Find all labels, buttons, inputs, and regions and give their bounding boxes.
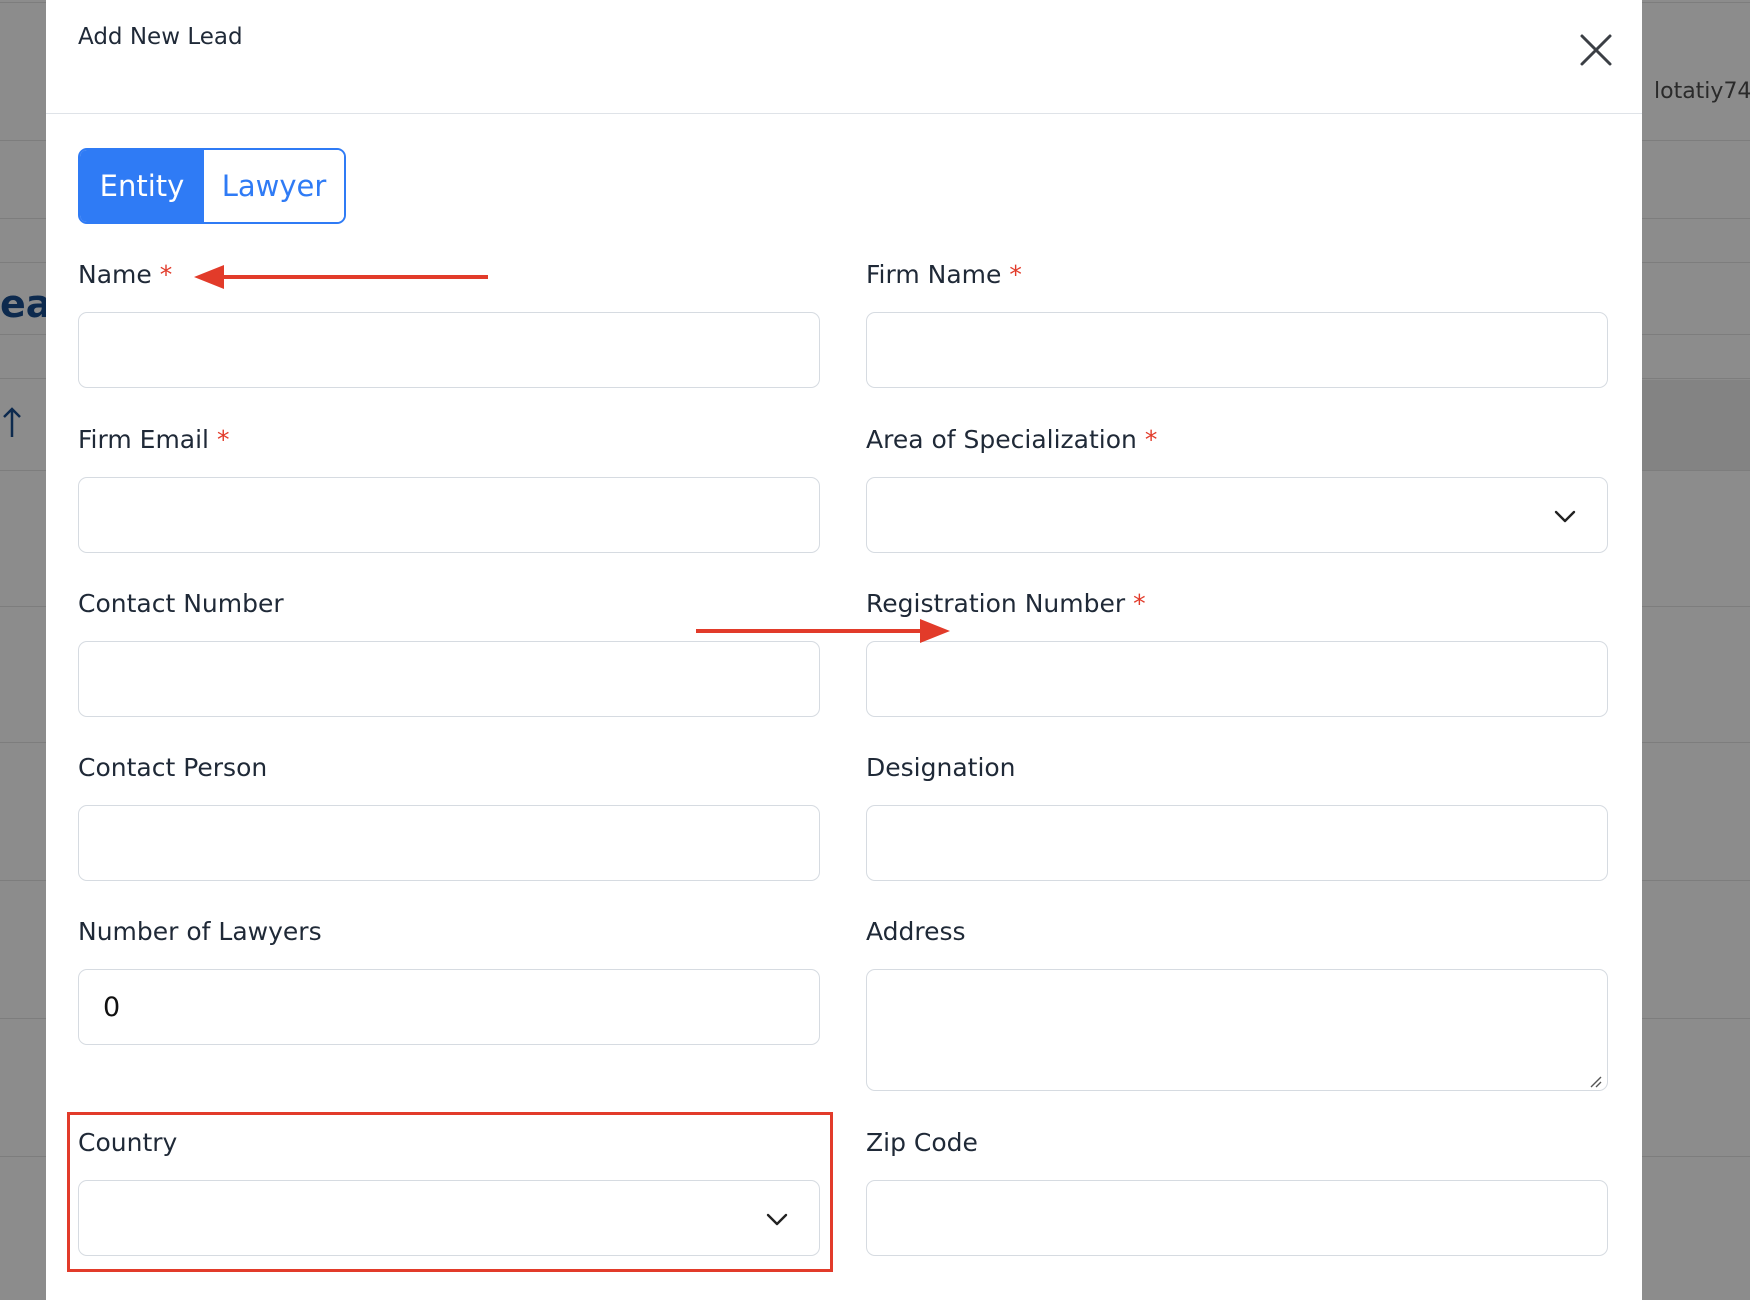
registration-number-label: Registration Number * (866, 589, 1146, 618)
firm-email-label: Firm Email * (78, 425, 230, 454)
resize-grip-icon[interactable] (1588, 1074, 1602, 1088)
firm-email-label-text: Firm Email (78, 425, 210, 454)
bg-table-header (1642, 380, 1750, 470)
firm-name-label: Firm Name * (866, 260, 1022, 289)
country-highlight-box (67, 1112, 833, 1272)
zip-code-label: Zip Code (866, 1128, 978, 1157)
close-icon[interactable] (1576, 30, 1616, 70)
zip-code-input[interactable] (866, 1180, 1608, 1256)
lead-type-toggle: Entity Lawyer (78, 148, 346, 224)
modal-title: Add New Lead (78, 24, 243, 50)
address-textarea[interactable] (866, 969, 1608, 1091)
area-of-specialization-label-text: Area of Specialization (866, 425, 1137, 454)
sort-arrow-icon (0, 405, 24, 447)
number-of-lawyers-input[interactable] (78, 969, 820, 1045)
firm-name-input[interactable] (866, 312, 1608, 388)
required-mark: * (217, 425, 230, 454)
arrow-icon (194, 265, 488, 289)
number-of-lawyers-label: Number of Lawyers (78, 917, 322, 946)
designation-input[interactable] (866, 805, 1608, 881)
name-label-text: Name (78, 260, 152, 289)
modal-header: Add New Lead (46, 0, 1642, 114)
contact-number-label: Contact Number (78, 589, 284, 618)
toggle-lawyer[interactable]: Lawyer (204, 150, 344, 222)
bg-user-label: lotatiy74 (1654, 79, 1750, 104)
contact-number-input[interactable] (78, 641, 820, 717)
add-lead-modal: Add New Lead Entity Lawyer Name * Firm Na… (46, 0, 1642, 1300)
required-mark: * (1133, 589, 1146, 618)
area-of-specialization-label: Area of Specialization * (866, 425, 1157, 454)
designation-label: Designation (866, 753, 1016, 782)
area-of-specialization-select[interactable] (866, 477, 1608, 553)
required-mark: * (1009, 260, 1022, 289)
registration-number-input[interactable] (866, 641, 1608, 717)
name-input[interactable] (78, 312, 820, 388)
toggle-entity[interactable]: Entity (80, 150, 204, 222)
required-mark: * (1144, 425, 1158, 454)
registration-number-label-text: Registration Number (866, 589, 1126, 618)
contact-person-input[interactable] (78, 805, 820, 881)
firm-name-label-text: Firm Name (866, 260, 1002, 289)
chevron-down-icon (1554, 510, 1576, 523)
bg-page-heading: ea (0, 282, 52, 326)
contact-person-label: Contact Person (78, 753, 268, 782)
required-mark: * (159, 260, 173, 289)
address-label: Address (866, 917, 966, 946)
firm-email-input[interactable] (78, 477, 820, 553)
arrow-icon (696, 619, 950, 643)
name-label: Name * (78, 260, 172, 289)
